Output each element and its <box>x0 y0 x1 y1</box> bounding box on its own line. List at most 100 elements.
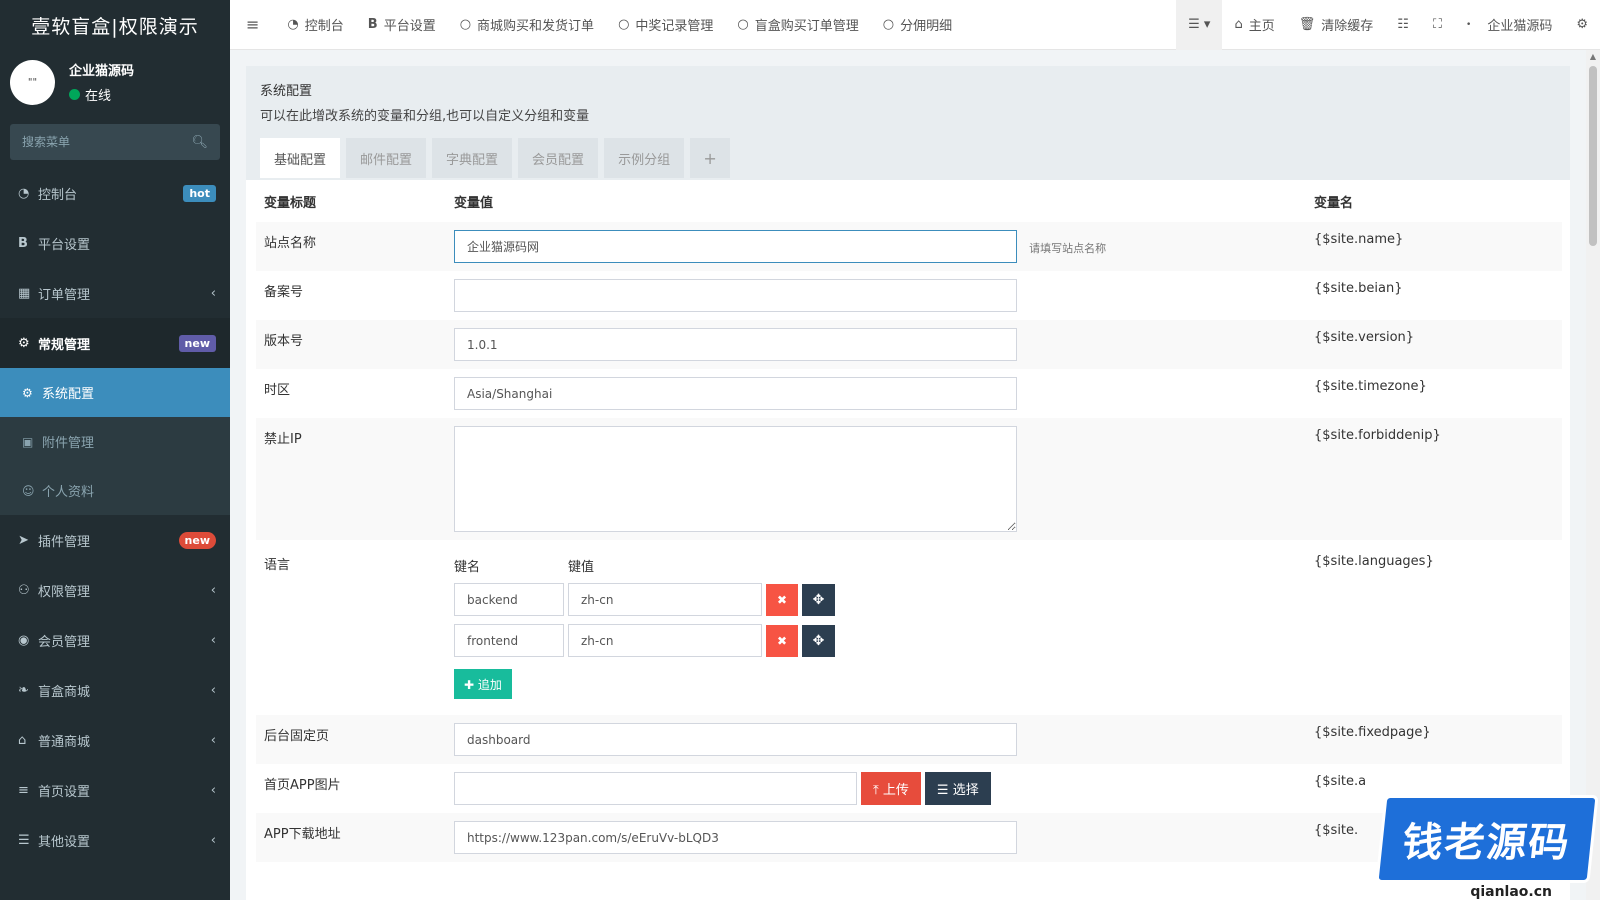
row-title: 语言 <box>264 558 291 573</box>
tab-example-group[interactable]: 示例分组 <box>604 138 685 178</box>
sidebar-item-normal-mall[interactable]: ⌂ 普通商城 ‹ <box>0 715 230 765</box>
sidebar-item-orders[interactable]: ▦ 订单管理 ‹ <box>0 268 230 318</box>
kv-key-input[interactable] <box>454 624 564 657</box>
scroll-up-arrow-icon[interactable]: ▲ <box>1586 50 1600 64</box>
table-row: 后台固定页 {$site.fixedpage} <box>256 715 1562 764</box>
calculator-icon: ▦ <box>18 285 31 301</box>
clear-cache-button[interactable]: 🗑︎ 清除缓存 <box>1287 0 1386 50</box>
circle-o-icon: ○ <box>882 17 895 32</box>
plus-icon: ✚ <box>464 677 475 692</box>
nav-tab-prize-records[interactable]: ○ 中奖记录管理 <box>606 0 725 50</box>
fixedpage-input[interactable] <box>454 723 1017 756</box>
tab-email[interactable]: 邮件配置 <box>346 138 427 178</box>
sidebar-toggle-icon[interactable]: ≡ <box>230 0 275 50</box>
sidebar-item-general[interactable]: ⚙ 常规管理 new <box>0 318 230 368</box>
control-sidebar-button[interactable]: ⚙ <box>1564 0 1600 50</box>
user-menu-label: 企业猫源码 <box>1487 19 1553 34</box>
app-url-input[interactable] <box>454 821 1017 854</box>
home-label: 主页 <box>1248 19 1275 34</box>
online-dot-icon <box>69 89 80 100</box>
row-var-name: {$site.beian} <box>1314 281 1403 296</box>
nav-tab-label: 商城购买和发货订单 <box>477 19 595 34</box>
search-icon[interactable]: 🔍︎ <box>191 135 208 150</box>
drag-row-button[interactable]: ✥ <box>802 624 835 657</box>
user-status: 在线 <box>69 85 134 104</box>
nav-tab-platform-settings[interactable]: B 平台设置 <box>356 0 448 50</box>
cogs-icon: ⚙ <box>1576 17 1588 32</box>
nav-tab-commission[interactable]: ○ 分佣明细 <box>871 0 964 50</box>
nav-tab-mall-orders[interactable]: ○ 商城购买和发货订单 <box>448 0 606 50</box>
sidebar-item-label: 平台设置 <box>38 237 91 253</box>
sidebar-search: 🔍︎ <box>10 124 220 160</box>
sidebar-item-label: 插件管理 <box>38 534 91 550</box>
fullscreen-button[interactable]: ⛶ <box>1421 0 1454 50</box>
watermark-text: 钱老源码 <box>1375 795 1599 883</box>
sidebar-item-attachments[interactable]: ▣ 附件管理 <box>0 417 230 466</box>
user-menu[interactable]: • 企业猫源码 <box>1454 0 1564 50</box>
beian-input[interactable] <box>454 279 1017 312</box>
brand-title[interactable]: 壹软盲盒|权限演示 <box>0 0 230 50</box>
nav-tab-label: 中奖记录管理 <box>635 19 714 34</box>
page-description: 可以在此增改系统的变量和分组,也可以自定义分组和变量 <box>260 109 590 124</box>
version-input[interactable] <box>454 328 1017 361</box>
dashboard-icon: ◔ <box>287 17 299 32</box>
kv-key-input[interactable] <box>454 583 564 616</box>
scroll-thumb[interactable] <box>1589 66 1597 246</box>
sidebar-item-plugins[interactable]: ➤ 插件管理 new <box>0 515 230 565</box>
sidebar-item-profile[interactable]: ☺ 个人资料 <box>0 466 230 515</box>
kv-value-input[interactable] <box>568 583 762 616</box>
sidebar-item-label: 订单管理 <box>38 287 91 303</box>
page-scrollbar[interactable]: ▲ <box>1586 50 1600 900</box>
row-var-name: {$site.timezone} <box>1314 379 1427 394</box>
user-icon: ☺ <box>22 483 35 498</box>
sidebar-item-system-config[interactable]: ⚙ 系统配置 <box>0 368 230 417</box>
upload-label: 上传 <box>882 783 909 798</box>
timezone-input[interactable] <box>454 377 1017 410</box>
search-input[interactable] <box>22 135 192 149</box>
remove-row-button[interactable]: ✖ <box>766 624 798 657</box>
sidebar-item-members[interactable]: ◉ 会员管理 ‹ <box>0 615 230 665</box>
add-tab-button[interactable]: + <box>690 138 731 178</box>
upload-button[interactable]: ⤒ 上传 <box>861 772 921 805</box>
header-value: 变量值 <box>454 195 494 211</box>
sidebar-item-label: 附件管理 <box>42 436 95 451</box>
config-table: 变量标题 变量值 变量名 站点名称 请填写站点名称 {$site.name} 备… <box>256 180 1562 862</box>
append-label: 追加 <box>477 677 502 692</box>
tab-dictionary[interactable]: 字典配置 <box>432 138 513 178</box>
sidebar-item-blindbox-mall[interactable]: ❧ 盲盒商城 ‹ <box>0 665 230 715</box>
tab-member[interactable]: 会员配置 <box>518 138 599 178</box>
sidebar-item-dashboard[interactable]: ◔ 控制台 hot <box>0 168 230 218</box>
rocket-icon: ➤ <box>18 532 29 548</box>
chevron-left-icon: ‹ <box>210 682 216 698</box>
drag-row-button[interactable]: ✥ <box>802 583 835 616</box>
remove-row-button[interactable]: ✖ <box>766 583 798 616</box>
tabs-dropdown-button[interactable]: ☰ ▾ <box>1176 0 1223 50</box>
sidebar-item-home-settings[interactable]: ≡ 首页设置 ‹ <box>0 765 230 815</box>
language-switch-button[interactable]: ☷ <box>1385 0 1421 50</box>
append-button[interactable]: ✚ 追加 <box>454 669 512 699</box>
panel-heading: 系统配置 可以在此增改系统的变量和分组,也可以自定义分组和变量 基础配置 邮件配… <box>246 66 1570 180</box>
sidebar-item-platform-settings[interactable]: B 平台设置 <box>0 218 230 268</box>
new-badge: new <box>178 334 216 352</box>
kv-value-input[interactable] <box>568 624 762 657</box>
forbiddenip-textarea[interactable] <box>454 426 1017 532</box>
leaf-icon: ❧ <box>18 682 29 698</box>
avatar[interactable]: "" <box>10 59 55 105</box>
list-icon: ☰ <box>936 783 949 798</box>
sidebar-item-label: 权限管理 <box>38 584 91 600</box>
choose-button[interactable]: ☰ 选择 <box>924 772 991 805</box>
nav-tab-blindbox-orders[interactable]: ○ 盲盒购买订单管理 <box>725 0 870 50</box>
nav-tab-label: 控制台 <box>304 19 344 34</box>
cogs-icon: ⚙ <box>18 335 30 351</box>
sidebar-item-permissions[interactable]: ⚇ 权限管理 ‹ <box>0 565 230 615</box>
home-link[interactable]: ⌂ 主页 <box>1222 0 1286 50</box>
nav-tab-dashboard[interactable]: ◔ 控制台 <box>275 0 355 50</box>
nav-tab-label: 平台设置 <box>383 19 436 34</box>
table-row: 禁止IP {$site.forbiddenip} <box>256 418 1562 540</box>
site-name-input[interactable] <box>454 230 1017 263</box>
expand-icon: ⛶ <box>1432 17 1443 32</box>
chevron-left-icon: ‹ <box>210 732 216 748</box>
tab-basic[interactable]: 基础配置 <box>260 138 341 178</box>
sidebar-item-other-settings[interactable]: ☰ 其他设置 ‹ <box>0 815 230 865</box>
app-image-input[interactable] <box>454 772 857 805</box>
